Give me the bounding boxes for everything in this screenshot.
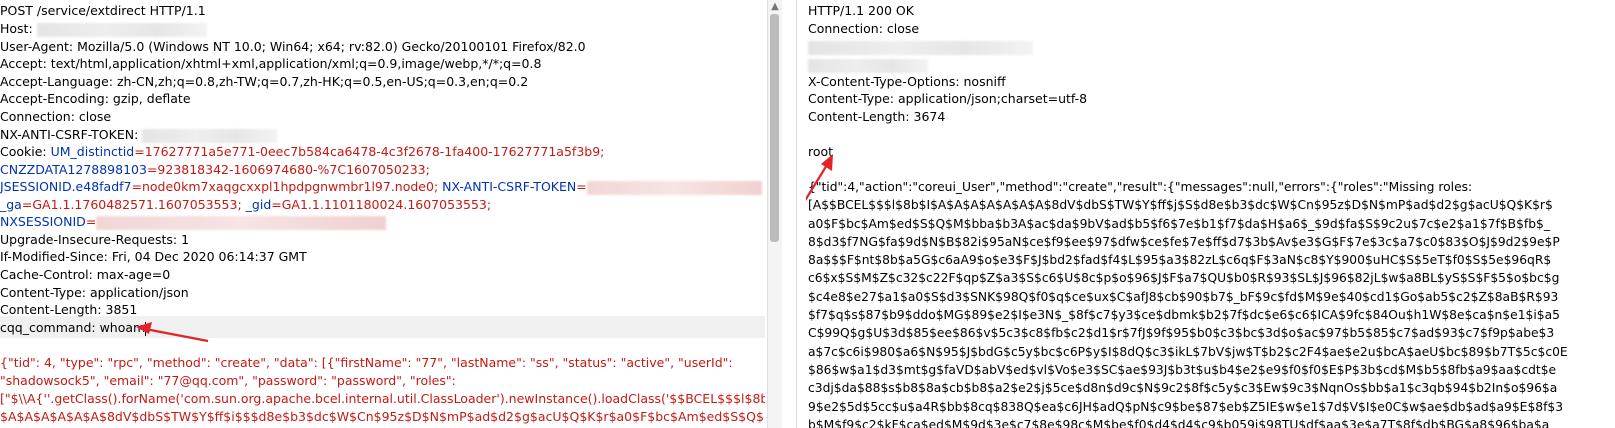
annotation-arrow-request bbox=[136, 322, 209, 343]
response-pane[interactable]: HTTP/1.1 200 OK Connection: close X-Cont… bbox=[806, 0, 1615, 428]
request-scrollbar[interactable]: ▲ bbox=[767, 0, 782, 428]
arrow-head bbox=[821, 154, 833, 171]
arrow-head bbox=[136, 322, 152, 334]
pane-divider[interactable] bbox=[796, 0, 797, 428]
arrow-shaft bbox=[139, 326, 209, 343]
arrow-shaft bbox=[806, 159, 831, 202]
scrollbar-thumb[interactable] bbox=[770, 14, 779, 242]
request-pane[interactable]: POST /service/extdirect HTTP/1.1 Host: U… bbox=[0, 0, 765, 428]
annotation-arrow-response bbox=[806, 154, 833, 202]
scroll-up-arrow-icon[interactable]: ▲ bbox=[768, 0, 782, 14]
